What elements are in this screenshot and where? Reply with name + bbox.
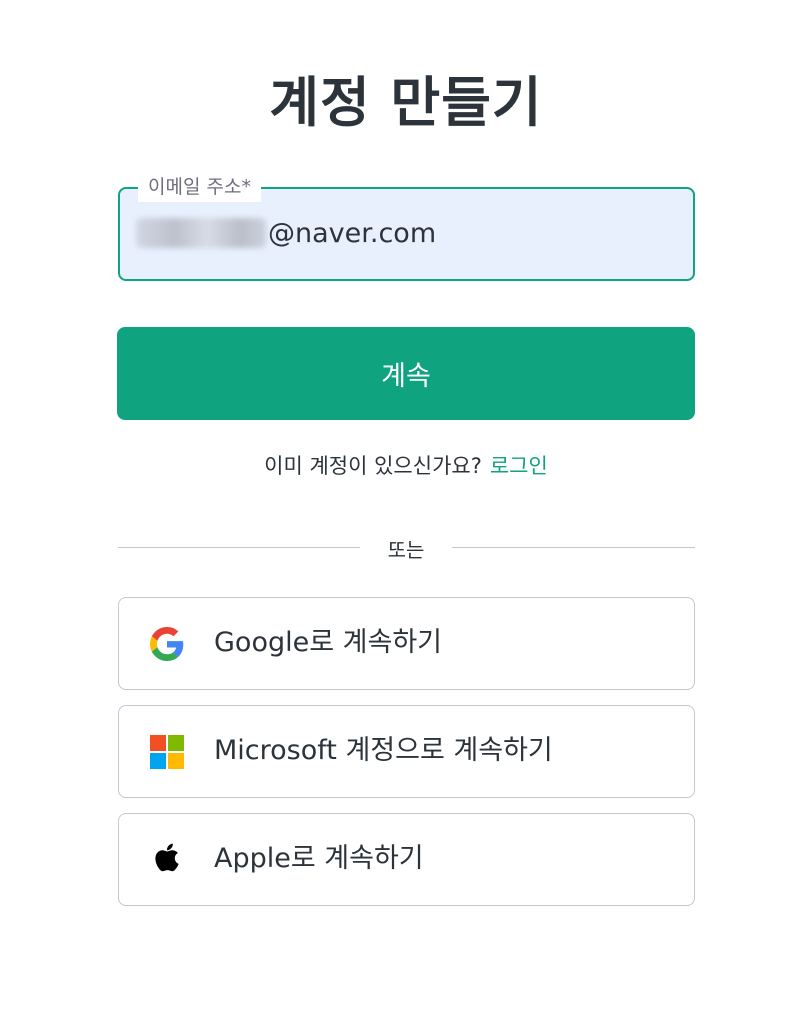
login-prompt: 이미 계정이 있으신가요? 로그인 <box>0 450 800 480</box>
login-link[interactable]: 로그인 <box>490 454 548 478</box>
redacted-email-username <box>136 218 266 248</box>
google-icon <box>149 626 185 662</box>
apple-continue-button[interactable]: Apple로 계속하기 <box>118 813 695 906</box>
email-domain-text: @naver.com <box>268 217 437 249</box>
login-prompt-text: 이미 계정이 있으신가요? <box>264 454 482 478</box>
or-divider: 또는 <box>118 534 695 562</box>
page-title: 계정 만들기 <box>269 71 543 134</box>
continue-button[interactable]: 계속 <box>117 327 695 420</box>
google-button-label: Google로 계속하기 <box>214 627 442 658</box>
divider-line-left <box>118 547 360 548</box>
microsoft-button-label: Microsoft 계정으로 계속하기 <box>214 735 553 766</box>
email-field-label: 이메일 주소* <box>138 172 261 202</box>
divider-line-right <box>452 547 695 548</box>
email-field[interactable]: 이메일 주소* @naver.com <box>118 172 695 281</box>
divider-text: 또는 <box>387 538 425 562</box>
microsoft-continue-button[interactable]: Microsoft 계정으로 계속하기 <box>118 705 695 798</box>
email-input-value[interactable]: @naver.com <box>136 215 436 251</box>
apple-button-label: Apple로 계속하기 <box>214 843 424 874</box>
microsoft-icon <box>149 734 185 770</box>
google-continue-button[interactable]: Google로 계속하기 <box>118 597 695 690</box>
apple-icon <box>149 842 185 878</box>
